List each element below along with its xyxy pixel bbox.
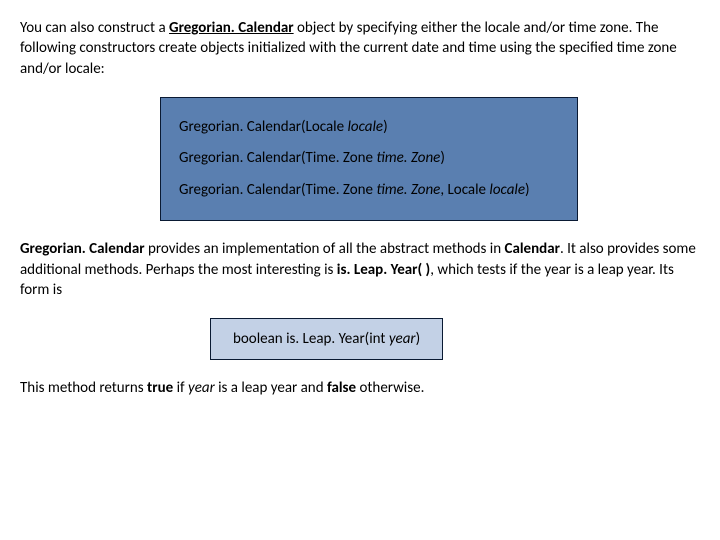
method-signature-container: boolean is. Leap. Year(int year) [210, 318, 700, 360]
method-signature-box: boolean is. Leap. Year(int year) [210, 318, 443, 360]
text: otherwise. [356, 379, 424, 397]
sig-text: , Locale [440, 181, 489, 199]
text: You can also construct a [20, 19, 169, 37]
sig-text: Gregorian. Calendar(Time. Zone [179, 149, 376, 167]
sig-param: locale [347, 118, 383, 136]
return-paragraph: This method returns true if year is a le… [20, 378, 700, 398]
sig-text: ) [440, 149, 445, 167]
class-name: Gregorian. Calendar [169, 19, 294, 37]
class-name: Gregorian. Calendar [20, 240, 145, 258]
sig-text: Gregorian. Calendar(Time. Zone [179, 181, 376, 199]
class-name: Calendar [505, 240, 560, 258]
method-param: year [389, 330, 416, 348]
constructor-signatures-container: Gregorian. Calendar(Locale locale) Grego… [160, 97, 700, 222]
sig-text: Gregorian. Calendar(Locale [179, 118, 347, 136]
text: is a leap year and [215, 379, 327, 397]
keyword-false: false [327, 379, 356, 397]
constructor-signature-2: Gregorian. Calendar(Time. Zone time. Zon… [179, 143, 559, 175]
method-text: ) [416, 330, 421, 348]
sig-text: ) [383, 118, 388, 136]
method-text: boolean is. Leap. Year(int [233, 330, 389, 348]
description-paragraph: Gregorian. Calendar provides an implemen… [20, 239, 700, 300]
constructor-signature-1: Gregorian. Calendar(Locale locale) [179, 112, 559, 144]
param-year: year [188, 379, 215, 397]
keyword-true: true [147, 379, 173, 397]
text: provides an implementation of all the ab… [145, 240, 505, 258]
method-name: is. Leap. Year( ) [337, 261, 430, 279]
sig-text: ) [525, 181, 530, 199]
text: if [173, 379, 188, 397]
sig-param: locale [489, 181, 525, 199]
sig-param: time. Zone [376, 149, 440, 167]
constructor-signatures-box: Gregorian. Calendar(Locale locale) Grego… [160, 97, 578, 222]
sig-param: time. Zone [376, 181, 440, 199]
text: This method returns [20, 379, 147, 397]
intro-paragraph: You can also construct a Gregorian. Cale… [20, 18, 700, 79]
constructor-signature-3: Gregorian. Calendar(Time. Zone time. Zon… [179, 175, 559, 207]
